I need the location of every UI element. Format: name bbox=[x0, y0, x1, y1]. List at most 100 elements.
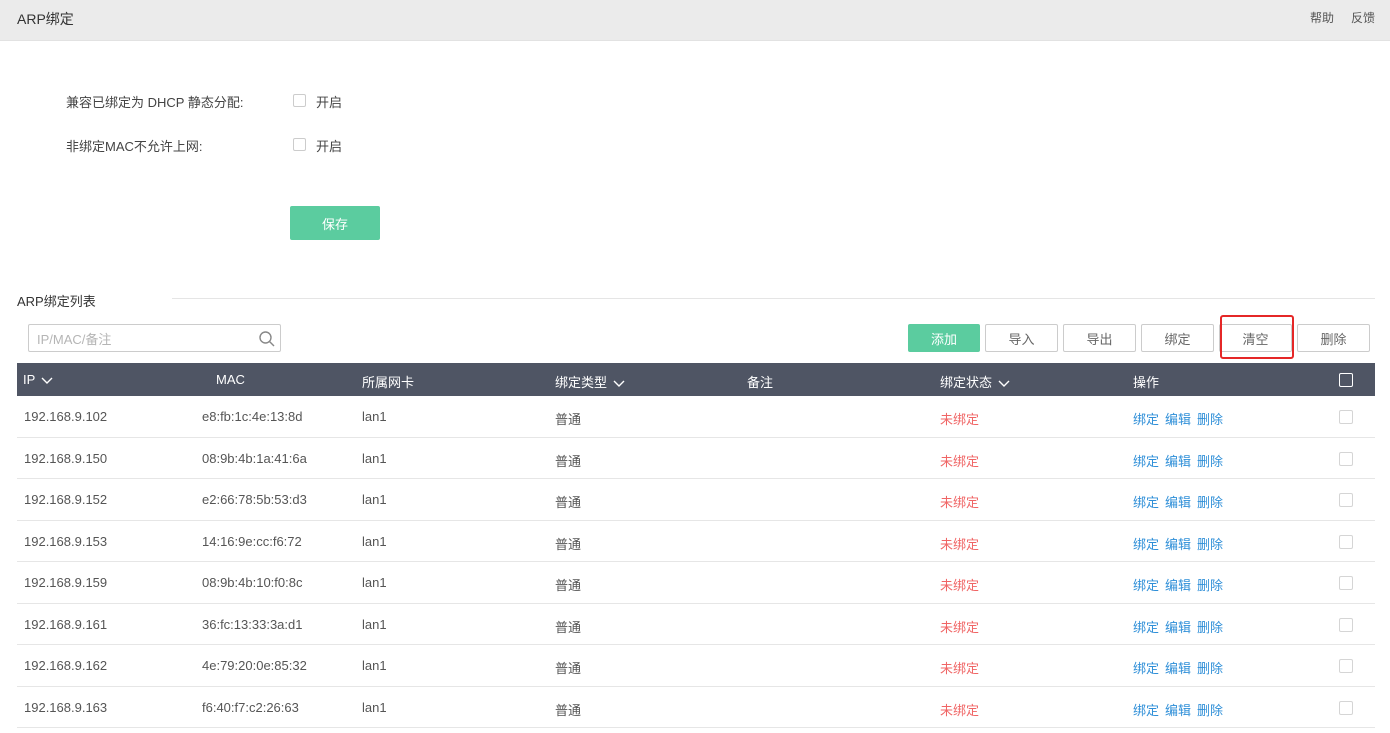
cell-ip: 192.168.9.161 bbox=[24, 616, 108, 632]
row-delete-link[interactable]: 删除 bbox=[1197, 661, 1223, 676]
cell-status: 未绑定 bbox=[940, 453, 980, 469]
delete-button[interactable]: 删除 bbox=[1297, 324, 1370, 352]
block-unbound-label: 非绑定MAC不允许上网: bbox=[66, 139, 203, 154]
cell-iface: lan1 bbox=[362, 616, 387, 632]
cell-mac: f6:40:f7:c2:26:63 bbox=[202, 699, 299, 715]
row-checkbox[interactable] bbox=[1339, 617, 1353, 632]
cell-status: 未绑定 bbox=[940, 702, 980, 718]
table-row: 192.168.9.152 e2:66:78:5b:53:d3 lan1 普通 … bbox=[17, 479, 1375, 521]
cell-mac: 36:fc:13:33:3a:d1 bbox=[202, 616, 303, 632]
clear-button-highlight bbox=[1220, 315, 1294, 359]
row-bind-link[interactable]: 绑定 bbox=[1133, 454, 1159, 469]
cell-ip: 192.168.9.163 bbox=[24, 699, 108, 715]
cell-iface: lan1 bbox=[362, 492, 387, 507]
row-checkbox[interactable] bbox=[1339, 576, 1353, 590]
row-bind-link[interactable]: 绑定 bbox=[1133, 537, 1159, 552]
help-link[interactable]: 帮助 bbox=[1310, 9, 1334, 26]
cell-type: 普通 bbox=[555, 453, 582, 469]
row-edit-link[interactable]: 编辑 bbox=[1165, 620, 1191, 635]
cell-mac: e8:fb:1c:4e:13:8d bbox=[202, 409, 303, 424]
save-button[interactable]: 保存 bbox=[290, 206, 380, 240]
arp-table: IP MAC 所属网卡 绑定类型 备注 绑定状态 操作 192.168.9.10… bbox=[17, 363, 1375, 728]
table-row: 192.168.9.162 4e:79:20:0e:85:32 lan1 普通 … bbox=[17, 645, 1375, 687]
cell-status: 未绑定 bbox=[940, 578, 980, 593]
table-row: 192.168.9.159 08:9b:4b:10:f0:8c lan1 普通 … bbox=[17, 562, 1375, 604]
row-delete-link[interactable]: 删除 bbox=[1197, 537, 1223, 552]
list-section-title: ARP绑定列表 bbox=[17, 294, 96, 309]
row-edit-link[interactable]: 编辑 bbox=[1165, 495, 1191, 510]
cell-type: 普通 bbox=[555, 702, 582, 718]
row-bind-link[interactable]: 绑定 bbox=[1133, 661, 1159, 676]
row-delete-link[interactable]: 删除 bbox=[1197, 412, 1223, 427]
column-type-label: 绑定类型 bbox=[555, 375, 608, 390]
bind-button[interactable]: 绑定 bbox=[1141, 324, 1214, 352]
table-row: 192.168.9.161 36:fc:13:33:3a:d1 lan1 普通 … bbox=[17, 604, 1375, 645]
row-delete-link[interactable]: 删除 bbox=[1197, 620, 1223, 635]
row-edit-link[interactable]: 编辑 bbox=[1165, 537, 1191, 552]
row-checkbox[interactable] bbox=[1339, 410, 1353, 424]
row-bind-link[interactable]: 绑定 bbox=[1133, 578, 1159, 593]
row-checkbox[interactable] bbox=[1339, 451, 1353, 466]
cell-type: 普通 bbox=[555, 578, 582, 593]
column-ip-label: IP bbox=[23, 372, 36, 387]
row-checkbox[interactable] bbox=[1339, 534, 1353, 549]
column-ip[interactable]: IP bbox=[23, 372, 53, 387]
row-edit-link[interactable]: 编辑 bbox=[1165, 578, 1191, 593]
cell-actions: 绑定 编辑 删除 bbox=[1133, 617, 1229, 636]
row-edit-link[interactable]: 编辑 bbox=[1165, 412, 1191, 427]
column-iface: 所属网卡 bbox=[362, 375, 415, 390]
column-type[interactable]: 绑定类型 bbox=[555, 372, 625, 391]
cell-status: 未绑定 bbox=[940, 619, 980, 635]
cell-status: 未绑定 bbox=[940, 536, 980, 552]
column-note: 备注 bbox=[747, 375, 774, 390]
cell-type: 普通 bbox=[555, 661, 582, 676]
cell-iface: lan1 bbox=[362, 450, 387, 466]
search-icon[interactable] bbox=[258, 330, 276, 348]
row-edit-link[interactable]: 编辑 bbox=[1165, 454, 1191, 469]
row-edit-link[interactable]: 编辑 bbox=[1165, 661, 1191, 676]
add-button[interactable]: 添加 bbox=[908, 324, 980, 352]
cell-ip: 192.168.9.159 bbox=[24, 575, 108, 590]
row-checkbox[interactable] bbox=[1339, 659, 1353, 673]
chevron-down-icon bbox=[613, 380, 625, 387]
row-bind-link[interactable]: 绑定 bbox=[1133, 703, 1159, 718]
cell-status: 未绑定 bbox=[940, 495, 980, 510]
row-bind-link[interactable]: 绑定 bbox=[1133, 412, 1159, 427]
chevron-down-icon bbox=[998, 380, 1010, 387]
cell-type: 普通 bbox=[555, 619, 582, 635]
row-checkbox[interactable] bbox=[1339, 700, 1353, 715]
cell-mac: 08:9b:4b:1a:41:6a bbox=[202, 450, 307, 466]
cell-mac: 08:9b:4b:10:f0:8c bbox=[202, 575, 303, 590]
row-delete-link[interactable]: 删除 bbox=[1197, 703, 1223, 718]
import-button[interactable]: 导入 bbox=[985, 324, 1058, 352]
cell-actions: 绑定 编辑 删除 bbox=[1133, 534, 1229, 553]
feedback-link[interactable]: 反馈 bbox=[1351, 9, 1375, 26]
export-button[interactable]: 导出 bbox=[1063, 324, 1136, 352]
section-divider bbox=[172, 298, 1375, 299]
cell-ip: 192.168.9.162 bbox=[24, 658, 108, 673]
row-bind-link[interactable]: 绑定 bbox=[1133, 620, 1159, 635]
cell-iface: lan1 bbox=[362, 533, 387, 549]
block-unbound-checkbox[interactable] bbox=[293, 138, 306, 151]
dhcp-compat-checkbox[interactable] bbox=[293, 94, 306, 107]
row-delete-link[interactable]: 删除 bbox=[1197, 578, 1223, 593]
top-bar: ARP绑定 帮助 反馈 bbox=[0, 0, 1390, 41]
row-delete-link[interactable]: 删除 bbox=[1197, 495, 1223, 510]
row-edit-link[interactable]: 编辑 bbox=[1165, 703, 1191, 718]
row-checkbox[interactable] bbox=[1339, 493, 1353, 507]
column-status[interactable]: 绑定状态 bbox=[940, 372, 1010, 391]
cell-mac: 14:16:9e:cc:f6:72 bbox=[202, 533, 302, 549]
cell-type: 普通 bbox=[555, 495, 582, 510]
cell-ip: 192.168.9.152 bbox=[24, 492, 108, 507]
row-bind-link[interactable]: 绑定 bbox=[1133, 495, 1159, 510]
select-all-checkbox[interactable] bbox=[1339, 373, 1353, 387]
cell-iface: lan1 bbox=[362, 658, 387, 673]
cell-actions: 绑定 编辑 删除 bbox=[1133, 575, 1229, 594]
cell-actions: 绑定 编辑 删除 bbox=[1133, 700, 1229, 719]
cell-status: 未绑定 bbox=[940, 412, 980, 427]
search-input[interactable] bbox=[35, 326, 259, 352]
search-box[interactable] bbox=[28, 324, 281, 352]
cell-ip: 192.168.9.102 bbox=[24, 409, 108, 424]
cell-actions: 绑定 编辑 删除 bbox=[1133, 409, 1229, 428]
row-delete-link[interactable]: 删除 bbox=[1197, 454, 1223, 469]
